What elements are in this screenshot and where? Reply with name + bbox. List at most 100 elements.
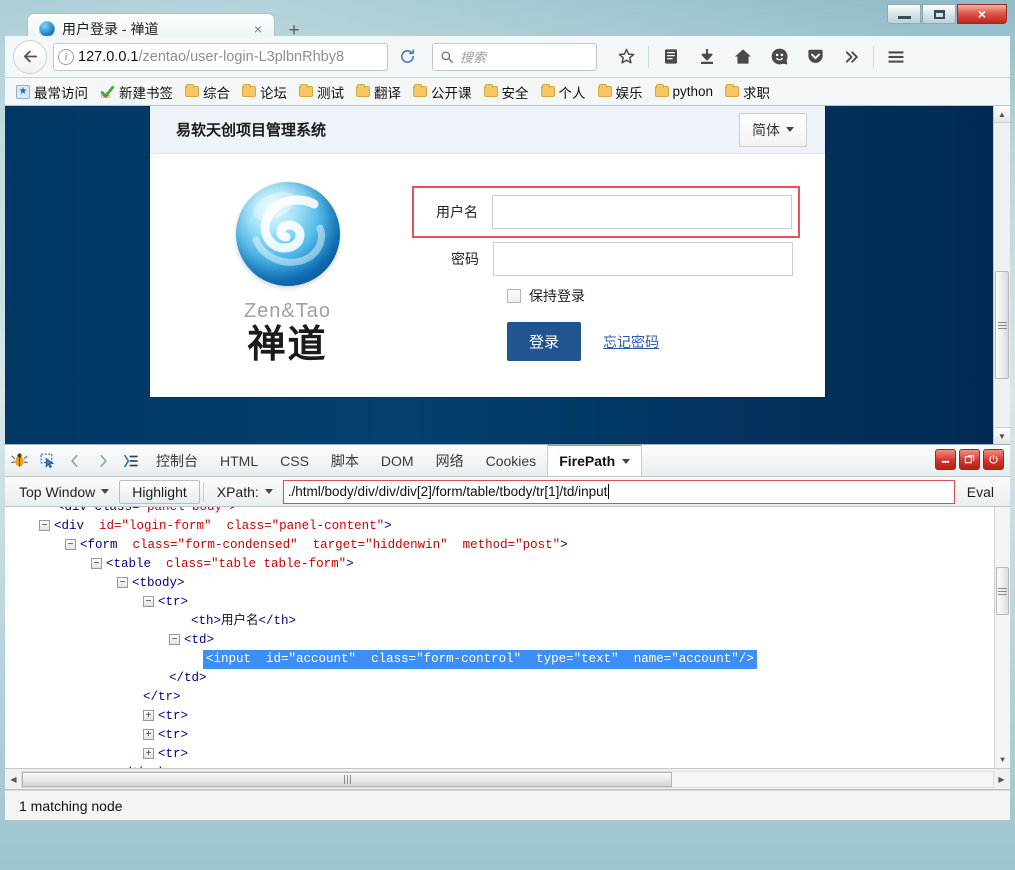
bookmark-item[interactable]: 个人 (536, 80, 591, 104)
bookmark-item[interactable]: python (650, 82, 719, 101)
hscroll-thumb[interactable] (22, 771, 672, 787)
tree-toggle-icon[interactable]: − (143, 596, 154, 608)
chevron-down-icon[interactable] (622, 458, 631, 464)
tree-vertical-scrollbar[interactable]: ▼ (994, 507, 1010, 768)
firebug-minimize-button[interactable] (935, 449, 956, 470)
firebug-tab-cookies[interactable]: Cookies (475, 445, 548, 476)
hscroll-left-arrow[interactable]: ◀ (6, 770, 21, 789)
bookmark-item[interactable]: 测试 (294, 80, 349, 104)
tree-line[interactable]: − <tbody> (117, 574, 1010, 593)
bookmark-item[interactable]: 翻译 (351, 80, 406, 104)
firebug-tab-css[interactable]: CSS (269, 445, 320, 476)
tree-toggle-icon[interactable]: − (65, 539, 76, 551)
inspect-element-icon[interactable] (33, 445, 61, 476)
firepath-tab-label: FirePath (559, 453, 616, 469)
tree-line[interactable]: + <tr> (143, 707, 1010, 726)
tree-line[interactable]: − <tr> (143, 593, 1010, 612)
scroll-thumb[interactable] (995, 271, 1009, 379)
window-close-button[interactable]: × (957, 4, 1007, 24)
tree-line[interactable]: <th>用户名</th> (191, 612, 1010, 631)
tree-toggle-icon[interactable]: − (117, 577, 128, 589)
tree-toggle-icon[interactable]: + (143, 748, 154, 760)
bookmark-star-icon[interactable] (609, 41, 643, 73)
tree-scroll-thumb[interactable] (996, 567, 1009, 615)
site-info-icon[interactable]: i (58, 48, 74, 65)
firebug-tab-script[interactable]: 脚本 (320, 445, 370, 476)
tree-toggle-icon[interactable]: + (143, 729, 154, 741)
bookmark-item[interactable]: hao 新建书签 (95, 80, 178, 104)
firebug-bug-icon[interactable] (5, 445, 33, 476)
highlight-toggle-button[interactable]: Highlight (119, 479, 200, 504)
reload-button[interactable] (394, 44, 420, 70)
smiley-icon[interactable] (762, 41, 796, 73)
tree-line-selected[interactable]: <input id="account" class="form-control"… (203, 650, 1010, 669)
password-label: 密码 (451, 251, 479, 267)
bookmark-item[interactable]: 娱乐 (593, 80, 648, 104)
back-button[interactable] (13, 39, 47, 74)
tree-toggle-icon[interactable]: − (91, 558, 102, 570)
firebug-detach-button[interactable] (959, 449, 980, 470)
xpath-input[interactable]: ./html/body/div/div/div[2]/form/table/tb… (282, 479, 955, 504)
scroll-up-arrow[interactable]: ▲ (994, 106, 1010, 123)
home-icon[interactable] (726, 41, 760, 73)
panel-list-icon[interactable] (117, 445, 145, 476)
selected-node[interactable]: <input id="account" class="form-control"… (203, 650, 757, 669)
hscroll-right-arrow[interactable]: ▶ (994, 770, 1009, 789)
bookmark-item[interactable]: 公开课 (408, 80, 477, 104)
tree-line[interactable]: − <td> (169, 631, 1010, 650)
hamburger-menu-icon[interactable] (879, 41, 913, 73)
tab-close-icon[interactable]: × (250, 21, 266, 37)
hscroll-track[interactable] (21, 770, 994, 788)
search-box[interactable]: 搜索 (432, 42, 597, 71)
context-label: Top Window (19, 483, 96, 500)
scroll-down-arrow[interactable]: ▼ (994, 427, 1010, 444)
tree-horizontal-scrollbar[interactable]: ◀ ▶ (5, 769, 1010, 790)
bookmark-item[interactable]: 综合 (180, 80, 235, 104)
tree-toggle-icon[interactable]: + (143, 710, 154, 722)
bookmark-item[interactable]: ★ 最常访问 (11, 80, 93, 104)
tree-line[interactable]: − <div id="login-form" class="panel-conte… (39, 517, 1010, 536)
library-icon[interactable] (654, 41, 688, 73)
nav-back-icon[interactable] (61, 445, 89, 476)
tree-line[interactable]: </td> (169, 669, 1010, 688)
keep-login-checkbox[interactable] (507, 289, 521, 303)
eval-button[interactable]: Eval (955, 484, 1006, 500)
tree-line[interactable]: </tr> (143, 688, 1010, 707)
firebug-tab-firepath[interactable]: FirePath (547, 444, 643, 476)
bookmark-item[interactable]: 求职 (720, 80, 775, 104)
nav-forward-icon[interactable] (89, 445, 117, 476)
overflow-chevrons-icon[interactable] (834, 41, 868, 73)
language-switch-button[interactable]: 简体 (739, 112, 807, 147)
tree-line[interactable]: + <tr> (143, 745, 1010, 764)
page-scrollbar[interactable]: ▲ ▼ (993, 106, 1010, 444)
window-maximize-button[interactable] (922, 4, 956, 24)
folder-icon (356, 84, 370, 97)
xpath-mode-selector[interactable]: XPath: (207, 480, 283, 504)
tree-line[interactable]: + <tr> (143, 726, 1010, 745)
context-selector[interactable]: Top Window (9, 480, 119, 504)
keep-login-row[interactable]: 保持登录 (507, 286, 815, 306)
password-input[interactable] (493, 242, 793, 276)
tree-scroll-down-arrow[interactable]: ▼ (995, 753, 1010, 768)
tree-line[interactable]: </tbody> (117, 764, 1010, 768)
tree-line[interactable]: − <form class="form-condensed" target="hi… (65, 536, 1010, 555)
window-minimize-button[interactable] (887, 4, 921, 24)
downloads-icon[interactable] (690, 41, 724, 73)
forgot-password-link[interactable]: 忘记密码 (603, 332, 659, 352)
url-bar[interactable]: i 127.0.0.1/zentao/user-login-L3plbnRhby… (53, 42, 388, 71)
tree-line[interactable]: − <table class="table table-form"> (91, 555, 1010, 574)
bookmark-item[interactable]: 论坛 (237, 80, 292, 104)
firebug-window-controls (935, 449, 1004, 470)
pocket-icon[interactable] (798, 41, 832, 73)
firebug-tab-net[interactable]: 网络 (425, 445, 475, 476)
tree-toggle-icon[interactable]: − (169, 634, 180, 646)
bookmark-item[interactable]: 安全 (479, 80, 534, 104)
login-button[interactable]: 登录 (507, 322, 582, 361)
firebug-tab-html[interactable]: HTML (209, 445, 269, 476)
firebug-tab-console[interactable]: 控制台 (145, 445, 209, 476)
firebug-tab-dom[interactable]: DOM (370, 445, 425, 476)
tree-toggle-icon[interactable]: − (39, 520, 50, 532)
firebug-close-button[interactable] (983, 449, 1004, 470)
dom-tree-view[interactable]: <div class="panel-body"> − <div id="login… (5, 507, 1010, 769)
account-input[interactable] (492, 195, 792, 229)
